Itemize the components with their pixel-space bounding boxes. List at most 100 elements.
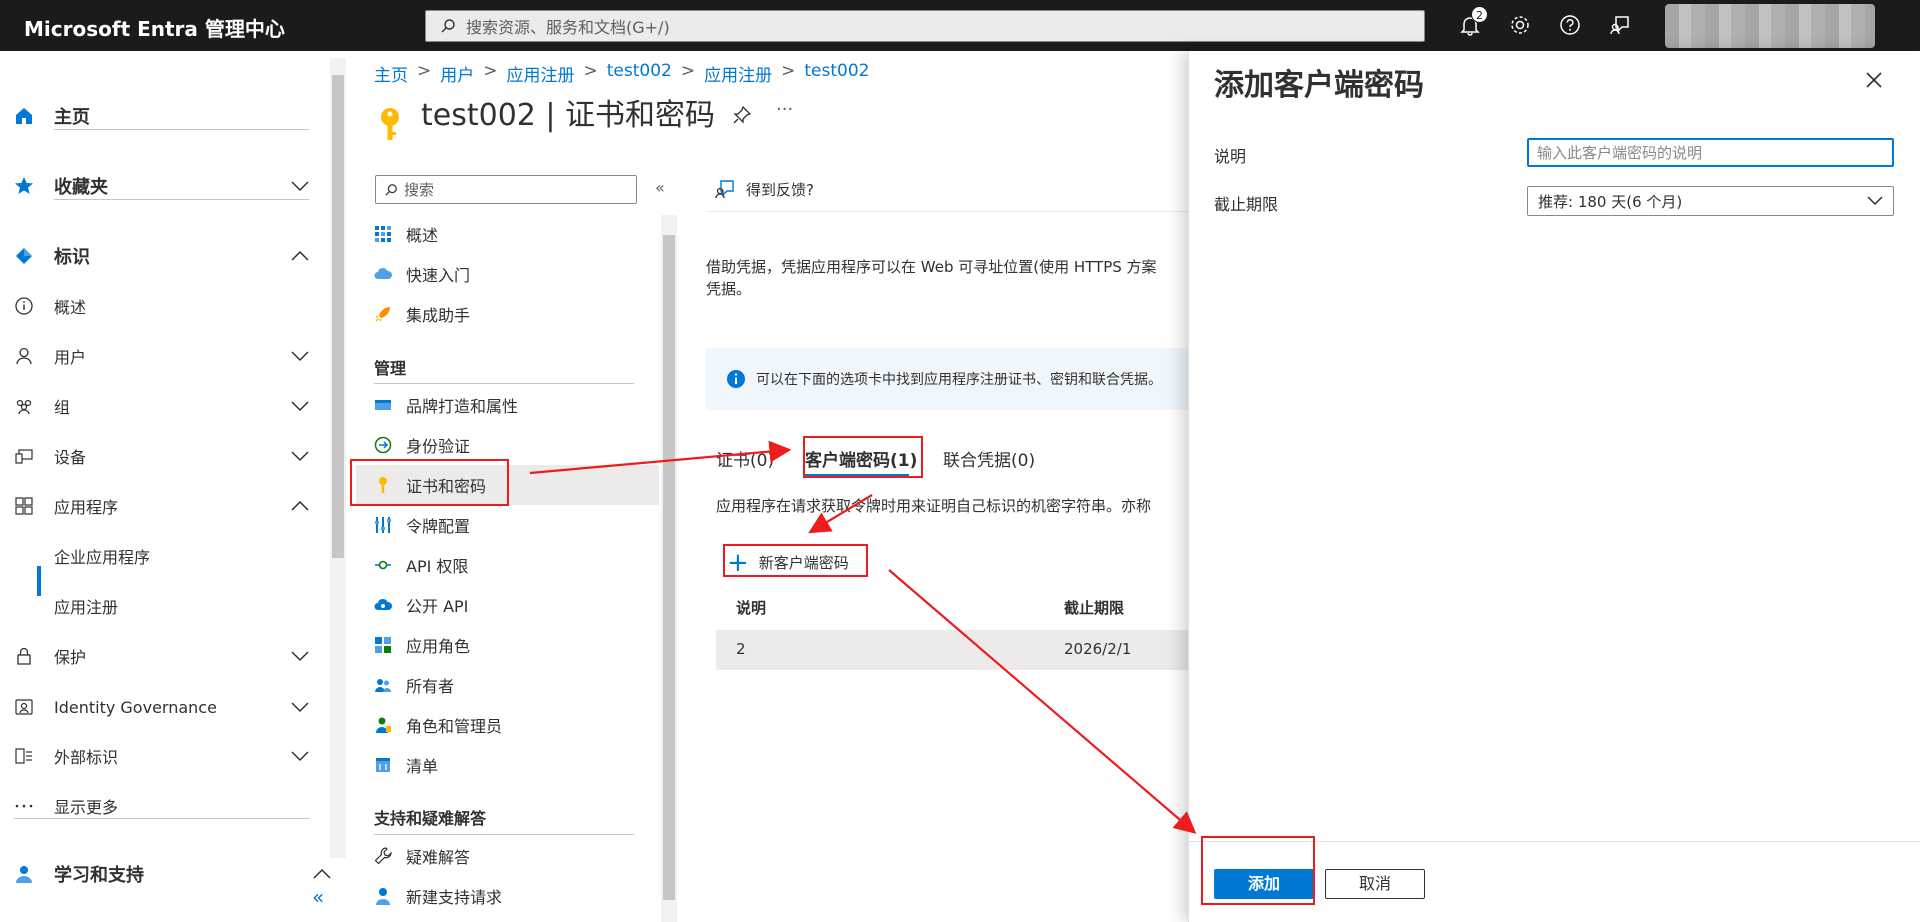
- menu-troubleshooting[interactable]: 疑难解答: [374, 836, 659, 876]
- support-person-icon: [16, 866, 32, 883]
- menu-manifest[interactable]: 清单: [374, 745, 659, 785]
- global-search-input[interactable]: 搜索资源、服务和文档(G+/): [425, 10, 1425, 42]
- menu-authentication-label: 身份验证: [406, 437, 471, 456]
- chevron-down-icon[interactable]: [290, 450, 310, 462]
- panel-title: 添加客户端密码: [1214, 68, 1424, 103]
- nav-active-indicator: [37, 566, 41, 596]
- menu-overview-label: 概述: [406, 226, 439, 245]
- chevron-down-icon[interactable]: [290, 400, 310, 412]
- cancel-button[interactable]: 取消: [1325, 869, 1425, 899]
- resource-menu-scrollbar-thumb[interactable]: [663, 235, 675, 900]
- menu-api-permissions[interactable]: API 权限: [374, 545, 659, 585]
- resource-menu-search[interactable]: 搜索: [375, 175, 637, 204]
- pin-icon[interactable]: [733, 106, 751, 124]
- menu-expose-api[interactable]: 公开 API: [374, 585, 659, 625]
- nav-app-registrations[interactable]: 应用注册: [0, 582, 332, 630]
- menu-api-permissions-label: API 权限: [406, 557, 469, 576]
- account-avatar-blurred[interactable]: [1665, 4, 1875, 48]
- tab-certificates[interactable]: 证书(0): [716, 446, 774, 471]
- menu-new-support-request[interactable]: 新建支持请求: [374, 876, 659, 916]
- more-options-button[interactable]: ···: [776, 99, 793, 120]
- breadcrumb-item[interactable]: 主页: [374, 61, 408, 86]
- nav-devices[interactable]: 设备: [0, 432, 332, 480]
- chevron-down-icon[interactable]: [290, 180, 310, 192]
- menu-roles-admins-label: 角色和管理员: [406, 717, 503, 736]
- menu-overview[interactable]: 概述: [374, 214, 659, 254]
- global-search-placeholder: 搜索资源、服务和文档(G+/): [466, 18, 670, 37]
- more-icon: [15, 804, 33, 808]
- breadcrumb-item[interactable]: 用户: [440, 61, 474, 86]
- authentication-icon: [374, 436, 392, 454]
- expires-dropdown[interactable]: 推荐: 180 天(6 个月): [1527, 186, 1894, 216]
- home-icon: [16, 108, 32, 124]
- chevron-down-icon: [1867, 196, 1883, 206]
- breadcrumb-item[interactable]: 应用注册: [507, 61, 575, 86]
- menu-token-configuration-label: 令牌配置: [406, 517, 471, 536]
- annotation-box-new-secret: [723, 544, 868, 577]
- top-bar: Microsoft Entra 管理中心 搜索资源、服务和文档(G+/) 2: [0, 0, 1920, 51]
- feedback-button[interactable]: 得到反馈?: [714, 178, 814, 200]
- help-icon[interactable]: [1559, 14, 1581, 36]
- api-permissions-icon: [375, 560, 391, 570]
- feedback-icon[interactable]: [1609, 14, 1631, 36]
- collapse-resource-menu-button[interactable]: «: [655, 178, 665, 197]
- add-client-secret-panel: [1188, 51, 1920, 922]
- chevron-down-icon[interactable]: [290, 650, 310, 662]
- annotation-arrow: [888, 569, 1197, 834]
- menu-app-roles[interactable]: 应用角色: [374, 625, 659, 665]
- menu-token-configuration[interactable]: 令牌配置: [374, 505, 659, 545]
- nav-groups[interactable]: 组: [0, 382, 332, 430]
- column-header-expires[interactable]: 截止期限: [1064, 597, 1124, 618]
- nav-separator: [14, 818, 309, 819]
- chevron-up-icon[interactable]: [290, 500, 310, 512]
- wrench-icon: [374, 847, 392, 865]
- nav-home[interactable]: 主页: [0, 92, 332, 140]
- nav-external-identities[interactable]: 外部标识: [0, 732, 332, 780]
- collapse-nav-button[interactable]: «: [312, 885, 324, 909]
- nav-overview[interactable]: 概述: [0, 282, 332, 330]
- column-header-description[interactable]: 说明: [736, 597, 766, 618]
- chevron-down-icon[interactable]: [290, 701, 310, 713]
- chevron-down-icon[interactable]: [290, 750, 310, 762]
- menu-quickstart[interactable]: 快速入门: [374, 254, 659, 294]
- nav-overview-label: 概述: [54, 298, 87, 317]
- nav-protection[interactable]: 保护: [0, 632, 332, 680]
- close-icon[interactable]: [1864, 70, 1884, 90]
- description-input[interactable]: [1527, 138, 1894, 167]
- breadcrumb-item[interactable]: test002: [804, 61, 869, 86]
- nav-enterprise-apps[interactable]: 企业应用程序: [0, 532, 332, 580]
- gear-icon[interactable]: [1509, 14, 1531, 36]
- menu-integration-assistant[interactable]: 集成助手: [374, 294, 659, 334]
- nav-show-more[interactable]: 显示更多: [0, 782, 332, 830]
- menu-owners[interactable]: 所有者: [374, 665, 659, 705]
- menu-quickstart-label: 快速入门: [406, 266, 471, 285]
- menu-roles-admins[interactable]: 角色和管理员: [374, 705, 659, 745]
- chevron-up-icon[interactable]: [312, 868, 332, 880]
- expires-label: 截止期限: [1214, 195, 1279, 214]
- feedback-label: 得到反馈?: [746, 180, 814, 199]
- nav-identity-governance-label: Identity Governance: [54, 697, 217, 717]
- nav-learn-support[interactable]: 学习和支持: [0, 850, 332, 898]
- tab-federated-credentials[interactable]: 联合凭据(0): [943, 446, 1035, 471]
- nav-scrollbar-thumb[interactable]: [332, 75, 344, 558]
- left-navigation: 主页 收藏夹 标识 概述 用户 组 设备 应用程序 企业应用程序 应用注册 保护…: [0, 51, 332, 922]
- breadcrumb-item[interactable]: test002: [607, 61, 672, 86]
- nav-identity[interactable]: 标识: [0, 232, 332, 280]
- menu-new-support-request-label: 新建支持请求: [406, 888, 503, 907]
- menu-branding[interactable]: 品牌打造和属性: [374, 385, 659, 425]
- annotation-box-add: [1201, 836, 1315, 905]
- chevron-up-icon[interactable]: [290, 250, 310, 262]
- nav-identity-governance[interactable]: Identity Governance: [0, 683, 332, 731]
- nav-favorites[interactable]: 收藏夹: [0, 162, 332, 210]
- nav-learn-support-label: 学习和支持: [54, 865, 144, 886]
- breadcrumb: 主页 > 用户 > 应用注册 > test002 > 应用注册 > test002: [374, 61, 870, 86]
- nav-applications[interactable]: 应用程序: [0, 482, 332, 530]
- expires-dropdown-value: 推荐: 180 天(6 个月): [1538, 192, 1683, 211]
- nav-users[interactable]: 用户: [0, 332, 332, 380]
- cell-expires: 2026/2/1: [1064, 640, 1132, 658]
- chevron-down-icon[interactable]: [290, 350, 310, 362]
- breadcrumb-item[interactable]: 应用注册: [704, 61, 772, 86]
- external-identities-icon: [15, 748, 32, 764]
- identity-icon: [16, 248, 32, 264]
- brand-title[interactable]: Microsoft Entra 管理中心: [24, 13, 285, 42]
